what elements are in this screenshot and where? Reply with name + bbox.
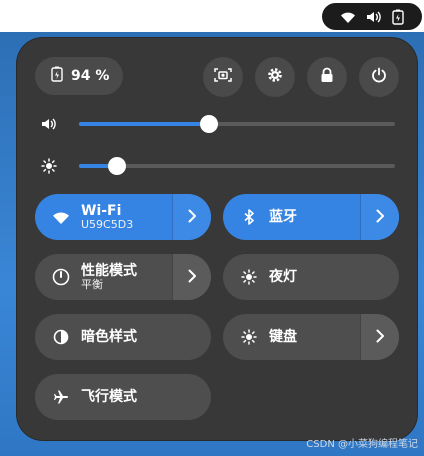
dark-style-icon (51, 327, 71, 347)
dark-style-title: 暗色样式 (81, 328, 137, 345)
bluetooth-icon (239, 207, 259, 227)
keyboard-tile: 键盘 (223, 314, 399, 360)
screenshot-button[interactable] (203, 57, 243, 97)
bluetooth-title: 蓝牙 (269, 208, 297, 225)
bluetooth-menu-button[interactable] (360, 194, 399, 240)
bluetooth-tile: 蓝牙 (223, 194, 399, 240)
wifi-menu-button[interactable] (172, 194, 211, 240)
battery-icon (392, 9, 404, 25)
volume-icon (39, 114, 59, 134)
keyboard-toggle[interactable]: 键盘 (223, 314, 361, 360)
brightness-slider[interactable] (79, 157, 395, 175)
airplane-mode-toggle[interactable]: 飞行模式 (35, 374, 211, 420)
wifi-icon (340, 10, 356, 24)
keyboard-icon (239, 327, 259, 347)
dark-style-toggle[interactable]: 暗色样式 (35, 314, 211, 360)
battery-percent-label: 94 % (71, 68, 110, 84)
wifi-toggle[interactable]: Wi-Fi U59C5D3 (35, 194, 173, 240)
airplane-mode-tile[interactable]: 飞行模式 (35, 374, 211, 420)
quick-settings-panel: 94 % Wi-Fi U59C5D3 蓝牙 性能模式 平衡 夜灯 暗色样式 键盘… (17, 38, 417, 440)
battery-icon (51, 66, 63, 86)
wifi-tile: Wi-Fi U59C5D3 (35, 194, 211, 240)
gear-icon (267, 67, 283, 87)
volume-slider-fill (79, 122, 209, 126)
power-mode-toggle[interactable]: 性能模式 平衡 (35, 254, 173, 300)
watermark-text: CSDN @小菜狗编程笔记 (306, 439, 418, 450)
power-button[interactable] (359, 57, 399, 97)
wifi-title: Wi-Fi (81, 202, 122, 219)
brightness-slider-handle[interactable] (107, 157, 126, 175)
night-light-toggle[interactable]: 夜灯 (223, 254, 399, 300)
chevron-right-icon (375, 208, 385, 227)
power-mode-tile: 性能模式 平衡 (35, 254, 211, 300)
volume-slider-row (39, 114, 395, 134)
system-status-indicator[interactable] (322, 3, 422, 30)
keyboard-title: 键盘 (269, 328, 297, 345)
volume-icon (366, 10, 382, 24)
brightness-slider-row (39, 156, 395, 176)
night-light-tile[interactable]: 夜灯 (223, 254, 399, 300)
power-mode-menu-button[interactable] (172, 254, 211, 300)
brightness-icon (39, 156, 59, 176)
airplane-icon (51, 387, 71, 407)
lock-icon (320, 67, 334, 87)
power-profile-icon (51, 267, 71, 287)
settings-button[interactable] (255, 57, 295, 97)
chevron-right-icon (187, 268, 197, 287)
power-icon (371, 67, 387, 87)
wifi-network-name: U59C5D3 (81, 217, 134, 231)
screenshot-icon (214, 67, 232, 87)
power-mode-value: 平衡 (81, 277, 103, 291)
lock-button[interactable] (307, 57, 347, 97)
night-light-icon (239, 267, 259, 287)
power-mode-title: 性能模式 (81, 262, 137, 279)
chevron-right-icon (375, 328, 385, 347)
volume-slider-handle[interactable] (199, 115, 218, 133)
dark-style-tile[interactable]: 暗色样式 (35, 314, 211, 360)
night-light-title: 夜灯 (269, 268, 297, 285)
keyboard-menu-button[interactable] (360, 314, 399, 360)
wifi-icon (51, 207, 71, 227)
volume-slider[interactable] (79, 115, 395, 133)
airplane-mode-title: 飞行模式 (81, 388, 137, 405)
bluetooth-toggle[interactable]: 蓝牙 (223, 194, 361, 240)
battery-status-button[interactable]: 94 % (35, 57, 123, 95)
chevron-right-icon (187, 208, 197, 227)
